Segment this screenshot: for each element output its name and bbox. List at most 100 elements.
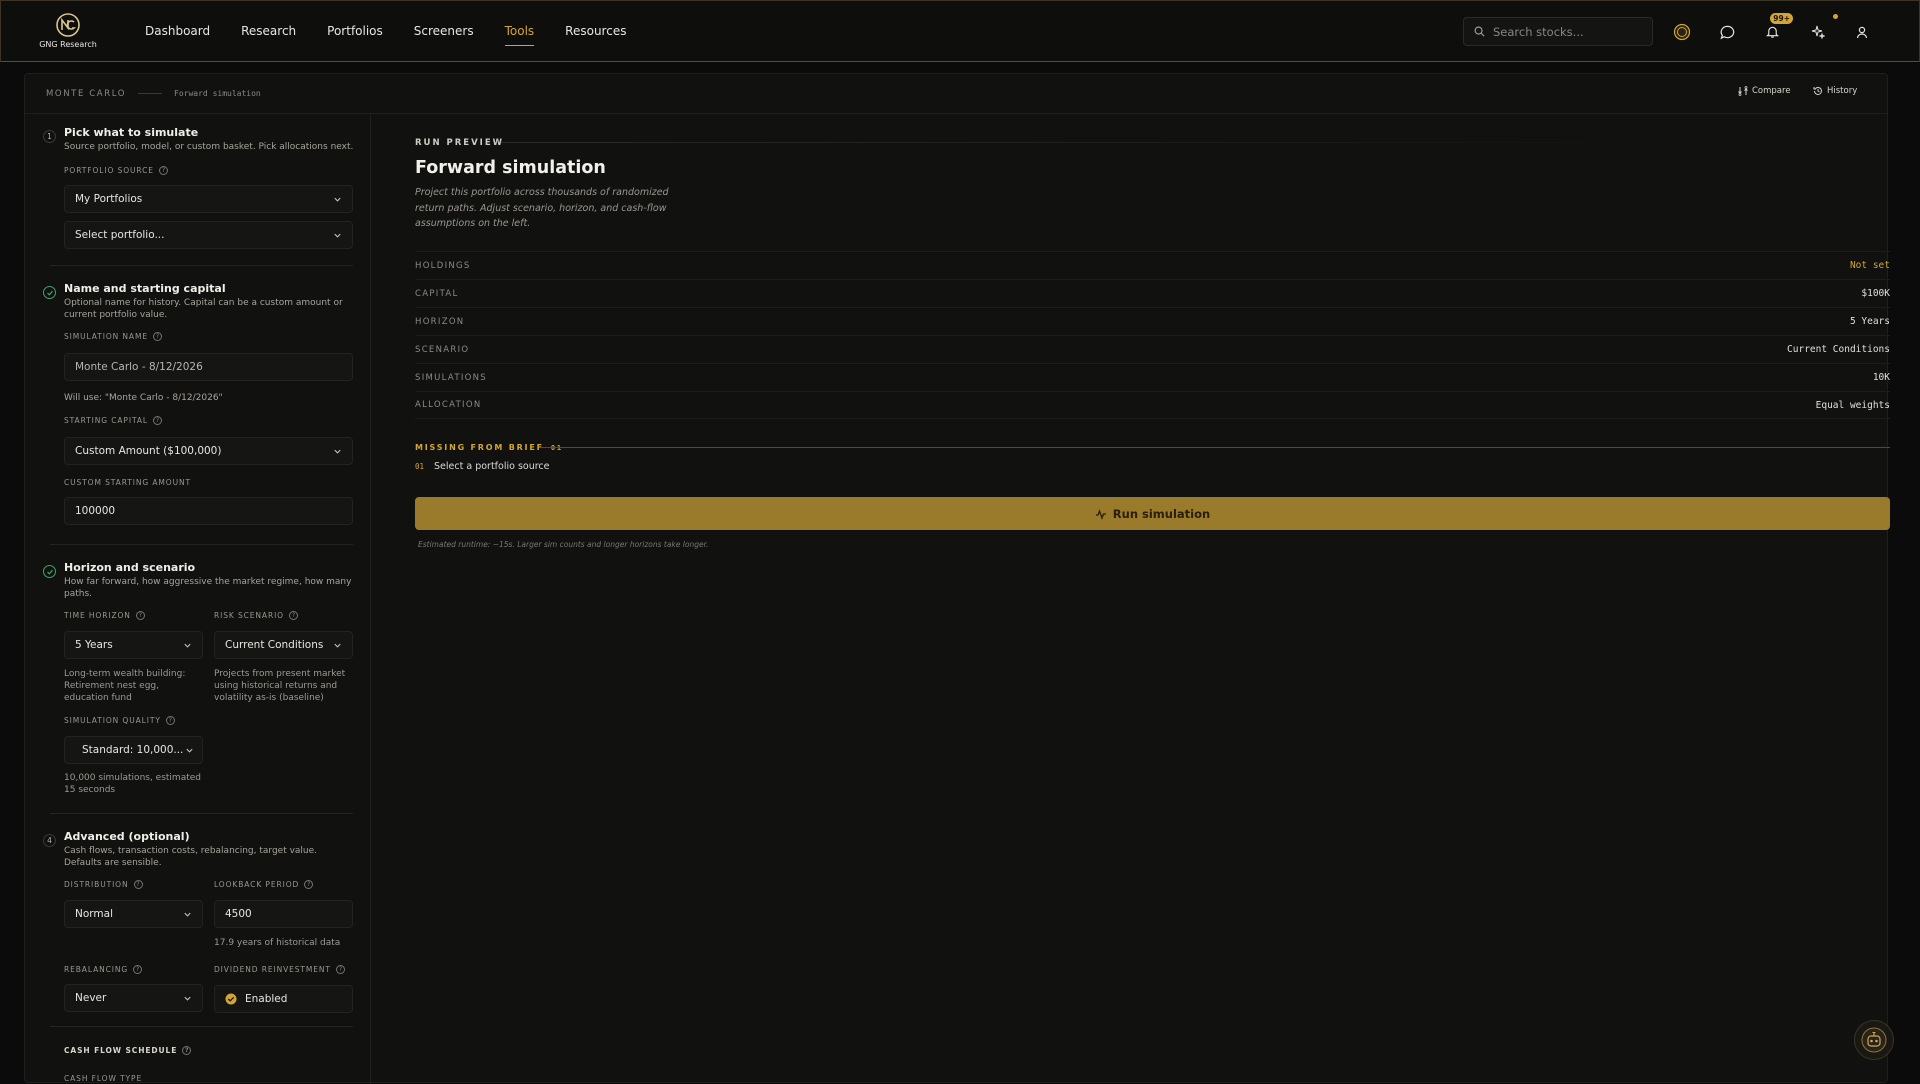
cashflow-schedule-label: CASH FLOW SCHEDULE? [64, 1046, 192, 1055]
breadcrumb-divider [138, 93, 163, 94]
info-icon[interactable]: ? [289, 611, 298, 620]
info-icon[interactable]: ? [335, 965, 345, 974]
history-icon [1813, 86, 1822, 95]
summary-value: $100K [1861, 288, 1890, 299]
risk-scenario-value: Current Conditions [225, 639, 324, 651]
history-button[interactable]: History [1813, 86, 1857, 96]
dividend-reinvestment-label: DIVIDEND REINVESTMENT? [214, 965, 345, 974]
summary-value: Equal weights [1815, 399, 1890, 411]
lookback-help: 17.9 years of historical data [214, 938, 341, 948]
coin-button[interactable] [1671, 21, 1693, 43]
portfolio-select-value: Select portfolio... [75, 229, 165, 241]
run-preview: RUN PREVIEW Forward simulation Project t… [391, 114, 1890, 1084]
simulation-form: 1 Pick what to simulate Source portfolio… [25, 114, 371, 1084]
chevron-down-icon [334, 449, 341, 454]
simulation-quality-label: SIMULATION QUALITY? [64, 716, 175, 725]
info-icon[interactable]: ? [304, 880, 314, 889]
chevron-down-icon [184, 996, 191, 1001]
starting-capital-select[interactable]: Custom Amount ($100,000) [64, 437, 353, 465]
dividend-reinvestment-toggle[interactable]: Enabled [214, 985, 353, 1013]
run-preview-title: Forward simulation [415, 158, 606, 178]
sparkle-icon [1811, 25, 1825, 39]
risk-scenario-help: Projects from present market using histo… [214, 669, 346, 703]
bell-icon [1765, 26, 1779, 38]
step-description: How far forward, how aggressive the mark… [64, 577, 352, 599]
user-icon [1856, 26, 1868, 38]
missing-label-text: MISSING FROM BRIEF [415, 443, 544, 452]
compare-button[interactable]: Compare [1738, 86, 1791, 96]
info-icon[interactable]: ? [158, 166, 168, 175]
summary-row-capital: CAPITAL $100K [415, 279, 1890, 307]
simulation-quality-value: Standard: 10,000... [82, 744, 184, 756]
search-icon [1474, 26, 1485, 37]
nav-tools[interactable]: Tools [504, 1, 534, 63]
section-divider [50, 265, 353, 266]
step-title: Name and starting capital [64, 282, 226, 295]
notifications-button[interactable]: 99+ [1761, 13, 1793, 43]
nav-resources[interactable]: Resources [565, 1, 626, 63]
starting-capital-value: Custom Amount ($100,000) [75, 445, 222, 457]
top-navigation-bar: GNG Research Dashboard Research Portfoli… [0, 0, 1920, 62]
info-icon[interactable]: ? [135, 611, 145, 620]
info-icon[interactable]: ? [152, 416, 162, 425]
portfolio-source-select[interactable]: My Portfolios [64, 185, 353, 213]
panel-header: MONTE CARLO Forward simulation Compare H… [25, 74, 1887, 114]
starting-capital-label: STARTING CAPITAL? [64, 416, 162, 425]
custom-amount-value: 100000 [75, 505, 116, 517]
summary-row-allocation: ALLOCATION Equal weights [415, 391, 1890, 419]
run-simulation-button[interactable]: Run simulation [415, 497, 1890, 530]
info-icon[interactable]: ? [133, 965, 143, 974]
assistant-bot-button[interactable] [1854, 1020, 1894, 1060]
step-description: Source portfolio, model, or custom baske… [64, 142, 354, 152]
run-preview-description: Project this portfolio across thousands … [415, 187, 669, 229]
lookback-input[interactable]: 4500 [214, 900, 353, 928]
portfolio-source-label: PORTFOLIO SOURCE? [64, 166, 168, 175]
custom-amount-input[interactable]: 100000 [64, 497, 353, 525]
chevron-down-icon [184, 643, 191, 648]
brand-logo[interactable]: GNG Research [39, 11, 97, 53]
ai-status-dot [1833, 14, 1838, 19]
simulation-quality-label-text: SIMULATION QUALITY [64, 716, 161, 725]
step-number: 1 [43, 130, 56, 143]
simulation-name-input[interactable]: Monte Carlo - 8/12/2026 [64, 353, 353, 381]
brand-name: GNG Research [39, 40, 97, 49]
missing-item: 01 Select a portfolio source [415, 461, 550, 472]
info-icon[interactable]: ? [133, 880, 143, 889]
lookback-label-text: LOOKBACK PERIOD [214, 880, 300, 889]
rebalancing-value: Never [75, 992, 107, 1004]
rebalancing-select[interactable]: Never [64, 984, 203, 1012]
ai-insights-button[interactable] [1807, 14, 1838, 43]
time-horizon-select[interactable]: 5 Years [64, 631, 203, 659]
nav-portfolios[interactable]: Portfolios [327, 1, 383, 63]
breadcrumb-section[interactable]: MONTE CARLO [46, 89, 126, 99]
brand-logo-icon [56, 13, 80, 37]
simulation-quality-select[interactable]: Standard: 10,000... [64, 736, 203, 764]
search-input[interactable] [1493, 24, 1643, 39]
step-title: Pick what to simulate [64, 126, 199, 139]
simulation-name-label-text: SIMULATION NAME [64, 332, 148, 341]
distribution-select[interactable]: Normal [64, 900, 203, 928]
chevron-down-icon [334, 233, 341, 238]
starting-capital-label-text: STARTING CAPITAL [64, 416, 148, 425]
missing-item-text: Select a portfolio source [434, 461, 550, 472]
nav-research[interactable]: Research [241, 1, 296, 63]
summary-value: 10K [1872, 372, 1890, 383]
info-icon[interactable]: ? [182, 1046, 192, 1055]
summary-row-scenario: SCENARIO Current Conditions [415, 335, 1890, 363]
messages-button[interactable] [1716, 21, 1738, 43]
nav-screeners[interactable]: Screeners [414, 1, 474, 63]
info-icon[interactable]: ? [165, 716, 175, 725]
dividend-reinvestment-label-text: DIVIDEND REINVESTMENT [214, 965, 331, 974]
summary-key: SIMULATIONS [415, 372, 487, 383]
account-button[interactable] [1851, 21, 1873, 43]
summary-value: Current Conditions [1787, 344, 1890, 355]
info-icon[interactable]: ? [152, 332, 162, 341]
risk-scenario-select[interactable]: Current Conditions [214, 631, 353, 659]
history-label: History [1827, 86, 1858, 96]
section-divider [50, 1026, 353, 1027]
rebalancing-label: REBALANCING? [64, 965, 143, 974]
risk-scenario-label: RISK SCENARIO? [214, 611, 298, 620]
chevron-down-icon [334, 197, 341, 202]
portfolio-select[interactable]: Select portfolio... [64, 221, 353, 249]
nav-dashboard[interactable]: Dashboard [145, 1, 210, 63]
